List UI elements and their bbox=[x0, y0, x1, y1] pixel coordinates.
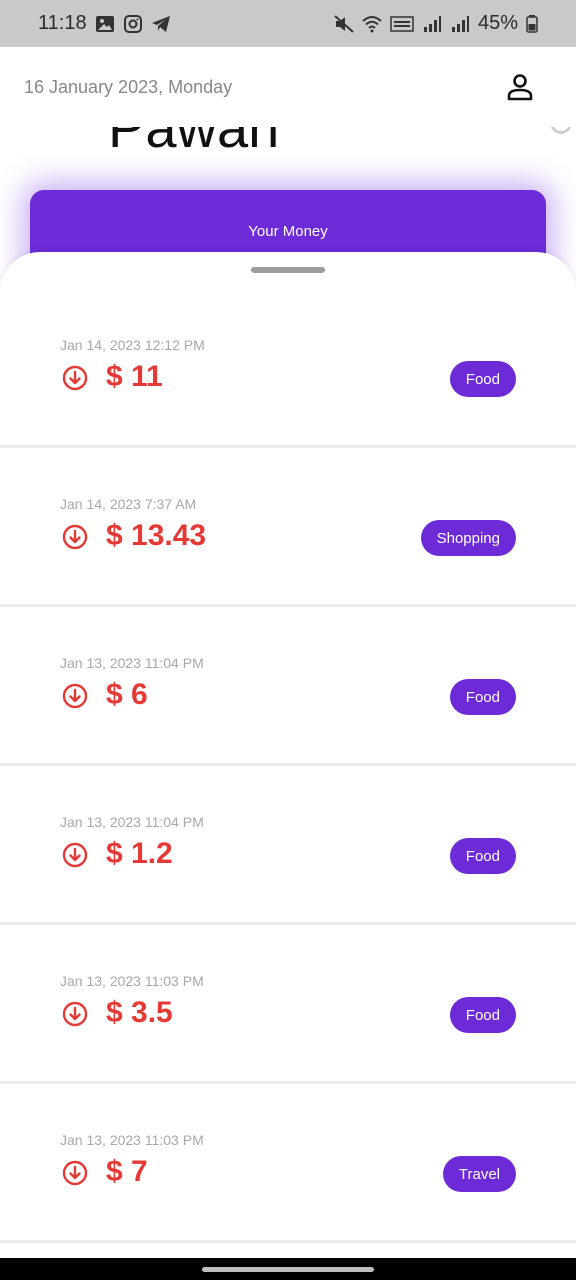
mute-icon bbox=[334, 14, 354, 33]
signal-2-icon bbox=[451, 15, 469, 32]
transaction-date: Jan 13, 2023 11:03 PM bbox=[60, 973, 204, 989]
transaction-amount: $ 13.43 bbox=[106, 519, 207, 552]
transaction-list: Jan 14, 2023 12:12 PM $ 11 Food Jan 14, … bbox=[0, 289, 576, 1243]
transactions-sheet[interactable]: Jan 14, 2023 12:12 PM $ 11 Food Jan 14, … bbox=[0, 252, 576, 1260]
money-card-label: Your Money bbox=[248, 223, 328, 240]
battery-icon bbox=[526, 14, 538, 33]
transaction-item[interactable]: Jan 13, 2023 11:03 PM $ 3.5 Food bbox=[0, 925, 576, 1084]
profile-button[interactable] bbox=[504, 71, 536, 103]
category-badge[interactable]: Shopping bbox=[420, 520, 516, 556]
transaction-item[interactable]: Jan 14, 2023 12:12 PM $ 11 Food bbox=[0, 289, 576, 448]
category-badge[interactable]: Food bbox=[449, 679, 516, 715]
system-nav-bar bbox=[0, 1258, 576, 1280]
home-indicator[interactable] bbox=[202, 1267, 374, 1272]
category-badge[interactable]: Food bbox=[449, 361, 516, 397]
instagram-icon bbox=[123, 14, 142, 33]
wifi-icon bbox=[362, 15, 382, 32]
category-badge[interactable]: Food bbox=[449, 997, 516, 1033]
signal-icon bbox=[423, 15, 441, 32]
status-left: 11:18 bbox=[38, 12, 171, 35]
transaction-amount: $ 1.2 bbox=[106, 837, 173, 870]
transaction-amount: $ 6 bbox=[106, 678, 148, 711]
category-badge[interactable]: Travel bbox=[442, 1156, 516, 1192]
transaction-item[interactable]: Jan 13, 2023 11:03 PM $ 7 Travel bbox=[0, 1084, 576, 1243]
arrow-down-circle-icon bbox=[62, 524, 88, 550]
transaction-amount: $ 3.5 bbox=[106, 996, 173, 1029]
transaction-date: Jan 14, 2023 7:37 AM bbox=[60, 496, 197, 512]
status-time: 11:18 bbox=[38, 12, 87, 34]
transaction-amount: $ 7 bbox=[106, 1155, 148, 1188]
transaction-date: Jan 14, 2023 12:12 PM bbox=[60, 337, 205, 353]
arrow-down-circle-icon bbox=[62, 365, 88, 391]
status-right: 45% bbox=[334, 12, 538, 35]
transaction-date: Jan 13, 2023 11:03 PM bbox=[60, 1132, 204, 1148]
transaction-item[interactable]: Jan 13, 2023 11:04 PM $ 6 Food bbox=[0, 607, 576, 766]
current-date: 16 January 2023, Monday bbox=[24, 76, 233, 97]
arrow-down-circle-icon bbox=[62, 1001, 88, 1027]
battery-percentage: 45% bbox=[477, 12, 518, 34]
transaction-item[interactable]: Jan 13, 2023 11:04 PM $ 1.2 Food bbox=[0, 766, 576, 925]
sheet-drag-handle[interactable] bbox=[251, 267, 325, 273]
transaction-date: Jan 13, 2023 11:04 PM bbox=[60, 814, 204, 830]
telegram-icon bbox=[151, 15, 170, 32]
status-bar: 11:18 45% bbox=[0, 0, 576, 47]
transaction-item[interactable]: Jan 14, 2023 7:37 AM $ 13.43 Shopping bbox=[0, 448, 576, 607]
person-icon bbox=[507, 74, 533, 101]
transaction-amount: $ 11 bbox=[106, 360, 163, 393]
category-badge[interactable]: Food bbox=[449, 838, 516, 874]
arrow-down-circle-icon bbox=[62, 683, 88, 709]
image-icon bbox=[95, 15, 114, 32]
transaction-date: Jan 13, 2023 11:04 PM bbox=[60, 655, 204, 671]
arrow-down-circle-icon bbox=[62, 842, 88, 868]
app-header: 16 January 2023, Monday bbox=[0, 47, 576, 127]
arrow-down-circle-icon bbox=[62, 1160, 88, 1186]
volte-icon bbox=[390, 15, 414, 32]
